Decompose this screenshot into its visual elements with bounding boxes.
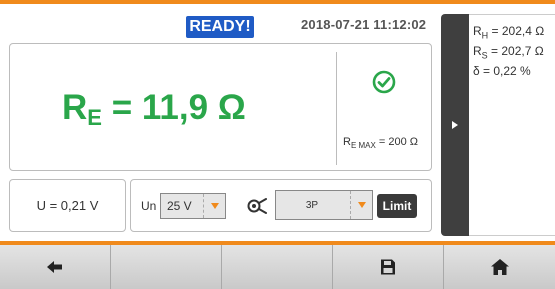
toolbar-slot-2[interactable] — [111, 245, 222, 289]
datetime-display: 2018-07-21 11:12:02 — [301, 17, 427, 32]
voltage-readout: U = 0,21 V — [9, 179, 126, 232]
secondary-results-panel: RH = 202,4 Ω RS = 202,7 Ω δ = 0,22 % — [469, 14, 555, 236]
chevron-down-icon — [350, 191, 372, 219]
side-panel-toggle[interactable] — [441, 14, 469, 236]
toolbar-slot-3[interactable] — [222, 245, 333, 289]
voltage-label: U = 0,21 V — [36, 198, 99, 213]
un-voltage-value: 25 V — [167, 199, 192, 213]
measurement-panel: RE = 11,9 Ω RE MAX = 200 Ω — [9, 43, 432, 171]
home-icon — [490, 259, 509, 275]
result-value: RE = 11,9 Ω — [62, 88, 246, 130]
chevron-down-icon — [203, 194, 225, 218]
back-icon — [47, 261, 62, 273]
top-accent-strip — [0, 0, 555, 4]
back-button[interactable] — [0, 245, 111, 289]
rh-value: RH = 202,4 Ω — [473, 24, 545, 41]
rs-value: RS = 202,7 Ω — [473, 44, 544, 61]
limit-button[interactable]: Limit — [377, 194, 417, 218]
parameters-bar: Un 25 V 3P Limit — [130, 179, 432, 232]
delta-value: δ = 0,22 % — [473, 64, 531, 78]
probe-icon — [247, 198, 267, 214]
re-max-limit: RE MAX = 200 Ω — [343, 136, 419, 151]
save-icon — [381, 259, 395, 275]
un-voltage-select[interactable]: 25 V — [160, 193, 226, 219]
status-badge: READY! — [186, 16, 254, 38]
panel-divider — [336, 52, 337, 165]
measurement-mode-select[interactable]: 3P — [275, 190, 373, 220]
save-button[interactable] — [333, 245, 444, 289]
check-ok-icon — [372, 70, 396, 94]
measurement-mode-value: 3P — [305, 200, 319, 211]
home-button[interactable] — [444, 245, 555, 289]
un-label: Un — [141, 199, 157, 213]
expand-arrow-icon — [452, 121, 458, 129]
bottom-toolbar — [0, 245, 555, 289]
